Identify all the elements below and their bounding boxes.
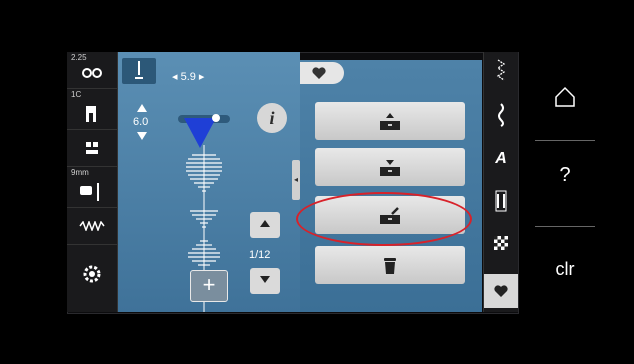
- feed-dog-icon: [86, 142, 98, 154]
- needle-plate-button[interactable]: 9mm: [67, 167, 117, 208]
- home-icon: [555, 86, 575, 107]
- stitch-balance-icon: [79, 221, 105, 231]
- page-up-button[interactable]: [250, 212, 280, 238]
- buttonhole-icon: [495, 190, 507, 212]
- panel-collapse-handle[interactable]: ◂: [292, 160, 300, 200]
- page-down-button[interactable]: [250, 268, 280, 294]
- bobbin-icon: [83, 265, 101, 283]
- heart-icon: [494, 285, 508, 297]
- stitch-balance-button[interactable]: [67, 208, 117, 245]
- help-button[interactable]: ?: [530, 150, 600, 200]
- alphabets-button[interactable]: A: [484, 144, 518, 174]
- presser-foot-button[interactable]: 1C: [67, 89, 117, 130]
- delete-button[interactable]: [315, 246, 465, 284]
- practical-stitches-button[interactable]: [484, 56, 518, 86]
- left-function-column: 2.25 1C 9mm: [67, 52, 118, 312]
- heart-icon: [312, 67, 326, 79]
- tension-icon: [82, 68, 102, 78]
- divider: [535, 226, 595, 227]
- zigzag-icon: [496, 59, 506, 81]
- arrow-up-icon: [260, 220, 270, 227]
- length-up-arrow-icon[interactable]: [137, 104, 147, 112]
- drawer-arrow-in-icon: [380, 160, 400, 176]
- presser-foot-icon: [86, 106, 96, 122]
- highlight-circle: [296, 192, 472, 246]
- stitch-length-value[interactable]: 6.0: [133, 116, 148, 128]
- decorative-stitches-button[interactable]: [484, 100, 518, 130]
- add-stitch-button[interactable]: +: [190, 270, 228, 302]
- quilt-stitches-button[interactable]: [484, 228, 518, 258]
- drawer-arrow-out-icon: [380, 113, 400, 130]
- checker-icon: [494, 236, 508, 250]
- info-button[interactable]: i: [257, 103, 287, 133]
- save-to-memory-button[interactable]: [315, 148, 465, 186]
- needle-position-button[interactable]: [122, 58, 156, 84]
- arrow-down-icon: [260, 276, 270, 283]
- needle-plate-icon: [80, 183, 99, 201]
- wavy-icon: [498, 103, 504, 127]
- thread-tension-button[interactable]: 2.25: [67, 52, 117, 89]
- trash-icon: [384, 258, 396, 274]
- load-from-memory-button[interactable]: [315, 102, 465, 140]
- favorites-tab[interactable]: [300, 62, 344, 84]
- feed-dog-button[interactable]: [67, 130, 117, 167]
- stitch-width-slider[interactable]: [176, 110, 236, 150]
- page-indicator: 1/12: [249, 249, 271, 261]
- bobbin-button[interactable]: [67, 245, 117, 312]
- divider: [535, 140, 595, 141]
- needle-icon: [135, 61, 143, 79]
- home-button[interactable]: [530, 72, 600, 122]
- length-down-arrow-icon[interactable]: [137, 132, 147, 140]
- category-column: A: [483, 52, 518, 312]
- personal-memory-button[interactable]: [484, 274, 518, 308]
- stitch-width-value[interactable]: ◂ 5.9 ▸: [172, 70, 204, 83]
- buttonholes-button[interactable]: [484, 186, 518, 216]
- clear-button[interactable]: clr: [530, 244, 600, 294]
